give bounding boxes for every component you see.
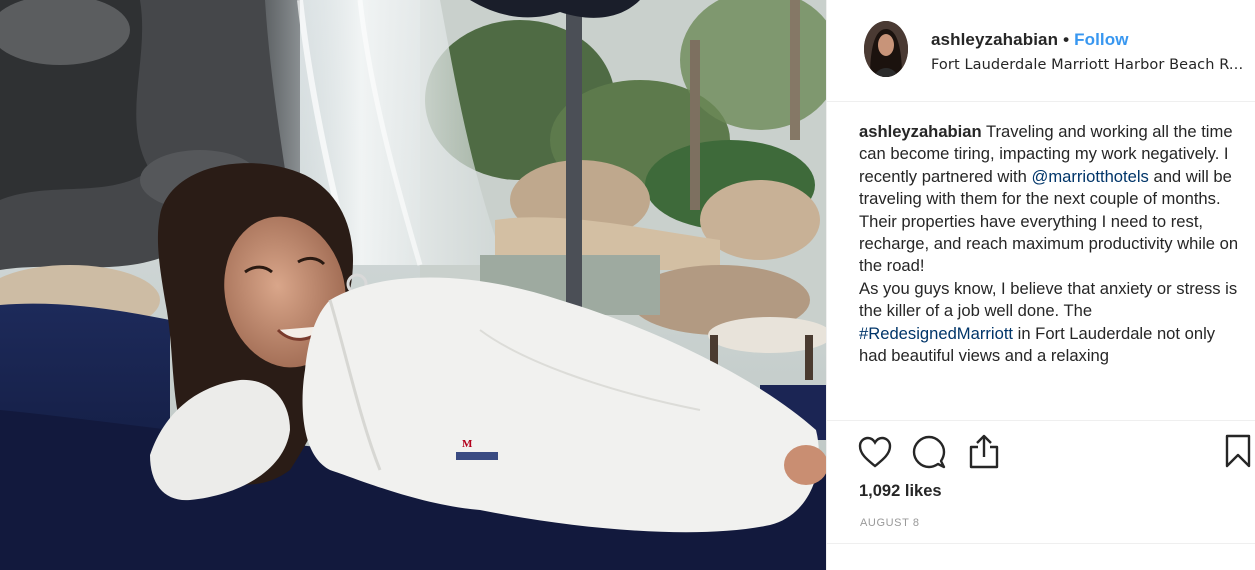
comment-bubble-icon[interactable] [911,434,947,475]
like-count[interactable]: 1,092 likes [859,482,942,501]
share-icon[interactable] [967,433,1001,474]
location-link[interactable]: Fort Lauderdale Marriott Harbor Beach Re… [931,57,1249,73]
caption-username[interactable]: ashleyzahabian [859,122,982,141]
post-actions: 1,092 likes AUGUST 8 [827,420,1255,570]
svg-text:M: M [462,438,473,450]
post-caption: ashleyzahabian Traveling and working all… [859,121,1244,417]
avatar[interactable] [864,21,908,77]
mention-link[interactable]: @marriotthotels [1031,167,1148,186]
hashtag-link[interactable]: #RedesignedMarriott [859,324,1013,343]
post-header: ashleyzahabian • Follow Fort Lauderdale Ma… [827,0,1255,102]
separator-dot: • [1063,30,1070,49]
post-sidebar: ashleyzahabian • Follow Fort Lauderdale Ma… [826,0,1255,570]
post-date: AUGUST 8 [860,517,920,529]
post-photo[interactable]: M [0,0,826,570]
post-author-line: ashleyzahabian • Follow [931,30,1129,50]
caption-text: As you guys know, I believe that anxiety… [859,278,1238,321]
divider [827,543,1255,544]
heart-icon[interactable] [857,435,893,474]
username-link[interactable]: ashleyzahabian [931,30,1058,49]
instagram-post: M ashleyzahabian • Follow Fort Lauderdale … [0,0,1255,570]
bookmark-icon[interactable] [1224,433,1252,474]
follow-button[interactable]: Follow [1074,30,1128,49]
